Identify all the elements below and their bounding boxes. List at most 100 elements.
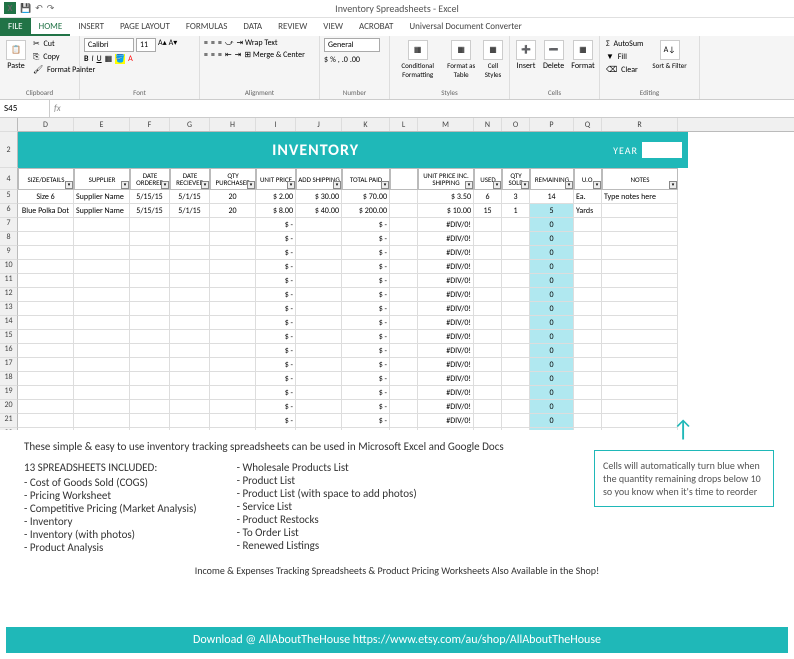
- underline-button[interactable]: U: [97, 54, 102, 64]
- cell[interactable]: [130, 372, 170, 386]
- table-header[interactable]: [390, 168, 418, 190]
- cell[interactable]: [170, 414, 210, 428]
- indent-dec-icon[interactable]: ⇤: [225, 50, 232, 60]
- cell[interactable]: 6: [474, 190, 502, 204]
- row-header[interactable]: 19: [0, 386, 18, 400]
- cell[interactable]: 5/1/15: [170, 204, 210, 218]
- cell[interactable]: [474, 372, 502, 386]
- cell[interactable]: [74, 358, 130, 372]
- cell[interactable]: [74, 316, 130, 330]
- cell[interactable]: [130, 358, 170, 372]
- align-left-icon[interactable]: ≡: [204, 50, 208, 60]
- cell[interactable]: [18, 316, 74, 330]
- col-header-L[interactable]: L: [390, 118, 418, 131]
- filter-dropdown-icon[interactable]: ▾: [465, 181, 473, 189]
- cell[interactable]: $ 10.00: [418, 204, 474, 218]
- cell[interactable]: $ 30.00: [296, 190, 342, 204]
- cell[interactable]: [170, 358, 210, 372]
- cell[interactable]: $ -: [342, 400, 390, 414]
- cell[interactable]: #DIV/0!: [418, 386, 474, 400]
- table-header[interactable]: UNIT PRICE▾: [256, 168, 296, 190]
- row-header[interactable]: 21: [0, 414, 18, 428]
- cell[interactable]: [574, 400, 602, 414]
- cell[interactable]: Type notes here: [602, 190, 678, 204]
- increase-font-icon[interactable]: A▴: [158, 38, 167, 52]
- cell[interactable]: [130, 414, 170, 428]
- row-header[interactable]: 11: [0, 274, 18, 288]
- cell[interactable]: $ -: [342, 372, 390, 386]
- cell[interactable]: [502, 246, 530, 260]
- cell[interactable]: [210, 344, 256, 358]
- cell[interactable]: [602, 260, 678, 274]
- cell[interactable]: [390, 316, 418, 330]
- cell[interactable]: [474, 400, 502, 414]
- cell[interactable]: [474, 232, 502, 246]
- clear-button[interactable]: ⌫ Clear: [604, 64, 647, 76]
- cell[interactable]: [130, 302, 170, 316]
- bold-button[interactable]: B: [84, 54, 88, 64]
- cell[interactable]: [18, 414, 74, 428]
- cell[interactable]: $ -: [256, 358, 296, 372]
- cell[interactable]: $ -: [256, 400, 296, 414]
- cell[interactable]: [574, 246, 602, 260]
- align-top-icon[interactable]: ≡: [204, 38, 208, 48]
- cell[interactable]: [474, 358, 502, 372]
- col-header-N[interactable]: N: [474, 118, 502, 131]
- col-header-F[interactable]: F: [130, 118, 170, 131]
- cell[interactable]: [502, 358, 530, 372]
- cell[interactable]: [210, 316, 256, 330]
- cell[interactable]: 0: [530, 288, 574, 302]
- cell[interactable]: [390, 330, 418, 344]
- paste-button[interactable]: 📋Paste: [4, 38, 28, 73]
- currency-button[interactable]: $: [324, 55, 328, 65]
- cell[interactable]: [74, 400, 130, 414]
- fill-color-button[interactable]: 🪣: [115, 54, 125, 64]
- cell[interactable]: [474, 316, 502, 330]
- cell[interactable]: [474, 330, 502, 344]
- tab-data[interactable]: DATA: [235, 18, 270, 36]
- row-header[interactable]: 16: [0, 344, 18, 358]
- cell[interactable]: 0: [530, 372, 574, 386]
- row-header[interactable]: 5: [0, 190, 18, 204]
- cell[interactable]: [130, 246, 170, 260]
- cell[interactable]: $ -: [256, 288, 296, 302]
- cell[interactable]: 0: [530, 260, 574, 274]
- cell[interactable]: $ -: [342, 414, 390, 428]
- cell[interactable]: [210, 246, 256, 260]
- cell[interactable]: [574, 330, 602, 344]
- orientation-icon[interactable]: ⤻: [225, 38, 234, 48]
- cell[interactable]: [18, 400, 74, 414]
- cell[interactable]: [502, 344, 530, 358]
- cell[interactable]: [296, 330, 342, 344]
- delete-cells-button[interactable]: ➖Delete: [541, 38, 566, 73]
- tab-insert[interactable]: INSERT: [70, 18, 112, 36]
- cell[interactable]: [296, 260, 342, 274]
- cell[interactable]: $ -: [342, 232, 390, 246]
- cell[interactable]: [130, 330, 170, 344]
- table-header[interactable]: DATE ORDERED▾: [130, 168, 170, 190]
- cell[interactable]: $ -: [256, 330, 296, 344]
- cell[interactable]: Yards: [574, 204, 602, 218]
- row-header[interactable]: 2: [0, 132, 18, 168]
- name-box[interactable]: S45: [0, 100, 50, 117]
- row-header[interactable]: 9: [0, 246, 18, 260]
- decrease-font-icon[interactable]: A▾: [169, 38, 178, 52]
- cell[interactable]: [296, 414, 342, 428]
- table-header[interactable]: UNIT PRICE INC. SHIPPING▾: [418, 168, 474, 190]
- row-header[interactable]: 20: [0, 400, 18, 414]
- cell[interactable]: [574, 358, 602, 372]
- cell[interactable]: $ 70.00: [342, 190, 390, 204]
- cell[interactable]: $ -: [256, 302, 296, 316]
- filter-dropdown-icon[interactable]: ▾: [287, 181, 295, 189]
- filter-dropdown-icon[interactable]: ▾: [121, 181, 129, 189]
- cell[interactable]: [296, 246, 342, 260]
- cell[interactable]: [130, 386, 170, 400]
- col-header-K[interactable]: K: [342, 118, 390, 131]
- cell[interactable]: [170, 386, 210, 400]
- cell[interactable]: [474, 288, 502, 302]
- cell[interactable]: [502, 218, 530, 232]
- font-size-select[interactable]: 11: [136, 38, 156, 52]
- filter-dropdown-icon[interactable]: ▾: [201, 181, 209, 189]
- wrap-text-button[interactable]: ⇥ Wrap Text: [237, 38, 278, 48]
- cell[interactable]: [210, 218, 256, 232]
